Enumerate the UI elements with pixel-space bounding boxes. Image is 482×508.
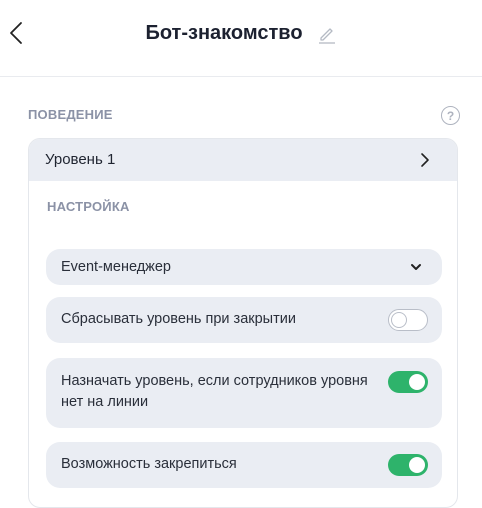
page-header: Бот-знакомство [0, 0, 482, 77]
level-row[interactable]: Уровень 1 [29, 139, 457, 181]
role-select[interactable]: Event-менеджер [46, 249, 442, 285]
page-title: Бот-знакомство [145, 22, 303, 44]
pin-toggle[interactable] [388, 454, 428, 476]
chevron-down-icon [411, 264, 421, 270]
toggle-knob [409, 374, 425, 390]
settings-label: НАСТРОЙКА [47, 199, 130, 214]
question-circle-icon: ? [446, 108, 455, 123]
help-button[interactable]: ? [441, 106, 460, 125]
toggle-knob [409, 457, 425, 473]
option-label: Сбрасывать уровень при закрытии [61, 311, 296, 327]
chevron-right-icon [421, 153, 429, 167]
behavior-section-header: ПОВЕДЕНИЕ ? [28, 106, 460, 126]
title-wrap: Бот-знакомство [0, 22, 482, 45]
assign-level-toggle[interactable] [388, 371, 428, 393]
option-label: Назначать уровень, если сотрудников уров… [61, 373, 368, 410]
option-label: Возможность закрепиться [61, 456, 237, 472]
pencil-icon [318, 27, 335, 44]
edit-title-button[interactable] [317, 24, 337, 44]
section-label: ПОВЕДЕНИЕ [28, 107, 113, 122]
option-reset-level: Сбрасывать уровень при закрытии [46, 297, 442, 343]
toggle-knob [391, 311, 407, 328]
role-select-value: Event-менеджер [61, 259, 171, 275]
reset-level-toggle[interactable] [388, 309, 428, 331]
option-assign-level: Назначать уровень, если сотрудников уров… [46, 358, 442, 428]
behavior-panel: Уровень 1 НАСТРОЙКА Event-менеджер Сбрас… [28, 138, 458, 508]
option-pin: Возможность закрепиться [46, 442, 442, 488]
level-label: Уровень 1 [45, 151, 116, 168]
